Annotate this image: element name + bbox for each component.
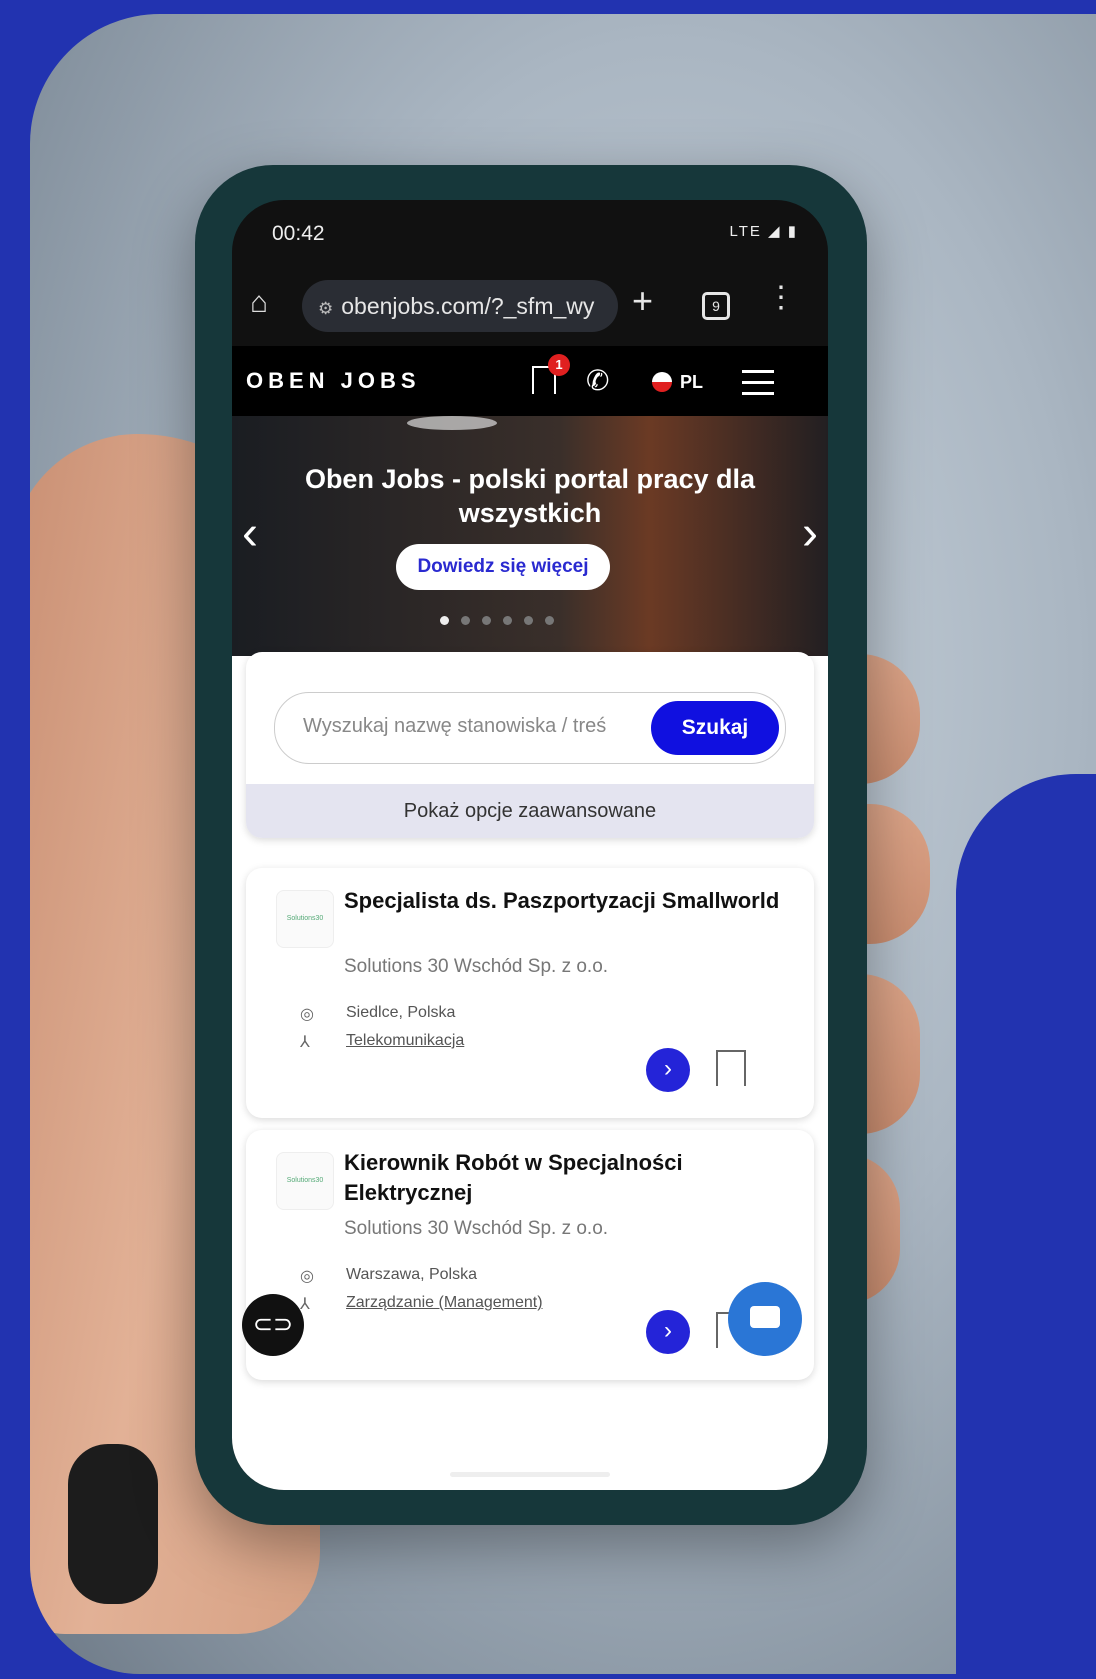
site-settings-icon[interactable]: ⚙ <box>318 299 333 318</box>
link-icon[interactable]: ⊂⊃ <box>242 1294 304 1356</box>
company-logo: Solutions30 <box>276 890 334 948</box>
job-category-link[interactable]: Zarządzanie (Management) <box>346 1294 543 1312</box>
language-selector[interactable]: PL <box>680 372 703 393</box>
hero-title: Oben Jobs - polski portal pracy dla wszy… <box>304 464 756 528</box>
carousel-dots <box>440 612 566 630</box>
learn-more-button[interactable]: Dowiedz się więcej <box>396 544 610 590</box>
carousel-next-icon[interactable]: › <box>802 506 818 561</box>
carousel-prev-icon[interactable]: ‹ <box>242 506 258 561</box>
url-text: obenjobs.com/?_sfm_wy <box>341 293 595 319</box>
phone-screen: 00:42 LTE ◢ ▮ ⌂ ⚙ obenjobs.com/?_sfm_wy +… <box>232 200 828 1490</box>
gesture-bar[interactable] <box>450 1472 610 1477</box>
search-button[interactable]: Szukaj <box>651 701 779 755</box>
hamburger-menu-icon[interactable] <box>742 370 774 403</box>
new-tab-icon[interactable]: + <box>632 280 653 322</box>
category-icon: ⅄ <box>300 1034 310 1051</box>
search-placeholder: Wyszukaj nazwę stanowiska / treś <box>303 715 607 737</box>
company-logo: Solutions30 <box>276 1152 334 1210</box>
carousel-dot[interactable] <box>545 616 554 625</box>
carousel-dot[interactable] <box>461 616 470 625</box>
site-header: OBEN JOBS 1 ✆ PL <box>232 346 828 416</box>
carousel-dot[interactable] <box>503 616 512 625</box>
more-menu-icon[interactable]: ⋮ <box>766 280 796 315</box>
save-job-icon[interactable] <box>716 1050 746 1086</box>
address-bar[interactable]: ⚙ obenjobs.com/?_sfm_wy <box>302 280 618 332</box>
job-card[interactable]: Solutions30 Kierownik Robót w Specjalnoś… <box>246 1130 814 1380</box>
wristband <box>68 1444 158 1604</box>
frame-notch <box>956 774 1096 1674</box>
main-content: Wyszukaj nazwę stanowiska / treś Szukaj … <box>232 652 828 1490</box>
chat-icon <box>750 1306 780 1328</box>
site-logo[interactable]: OBEN JOBS <box>246 368 421 394</box>
carousel-dot[interactable] <box>440 616 449 625</box>
hero-carousel: Oben Jobs - polski portal pracy dla wszy… <box>232 416 828 656</box>
location-pin-icon: ◎ <box>300 1006 314 1023</box>
browser-toolbar: ⌂ ⚙ obenjobs.com/?_sfm_wy + 9 ⋮ <box>232 266 828 346</box>
category-icon: ⅄ <box>300 1296 310 1313</box>
network-label: LTE <box>729 223 762 240</box>
job-title[interactable]: Specjalista ds. Paszportyzacji Smallworl… <box>344 886 784 916</box>
job-title[interactable]: Kierownik Robót w Specjalności Elektrycz… <box>344 1148 784 1208</box>
carousel-dot[interactable] <box>524 616 533 625</box>
open-job-button[interactable]: › <box>646 1310 690 1354</box>
carousel-dot[interactable] <box>482 616 491 625</box>
job-location: Siedlce, Polska <box>346 1004 456 1021</box>
chat-button[interactable] <box>728 1282 802 1356</box>
job-location: Warszawa, Polska <box>346 1266 477 1283</box>
bookmark-count-badge: 1 <box>548 354 570 376</box>
job-card[interactable]: Solutions30 Specjalista ds. Paszportyzac… <box>246 868 814 1118</box>
company-name: Solutions 30 Wschód Sp. z o.o. <box>344 956 609 977</box>
job-category-link[interactable]: Telekomunikacja <box>346 1032 464 1050</box>
home-icon[interactable]: ⌂ <box>250 286 268 320</box>
ceiling-lamp <box>407 416 497 430</box>
phone-icon[interactable]: ✆ <box>586 364 609 397</box>
location-pin-icon: ◎ <box>300 1268 314 1285</box>
advanced-options-toggle[interactable]: Pokaż opcje zaawansowane <box>246 784 814 838</box>
status-time: 00:42 <box>272 222 325 245</box>
search-card: Wyszukaj nazwę stanowiska / treś Szukaj … <box>246 652 814 838</box>
poland-flag-icon[interactable] <box>652 372 672 392</box>
search-input[interactable]: Wyszukaj nazwę stanowiska / treś Szukaj <box>274 692 786 764</box>
status-system: LTE ◢ ▮ <box>729 223 798 240</box>
tab-switcher-button[interactable]: 9 <box>702 292 730 320</box>
open-job-button[interactable]: › <box>646 1048 690 1092</box>
company-name: Solutions 30 Wschód Sp. z o.o. <box>344 1218 609 1239</box>
status-bar: 00:42 LTE ◢ ▮ <box>232 200 828 266</box>
